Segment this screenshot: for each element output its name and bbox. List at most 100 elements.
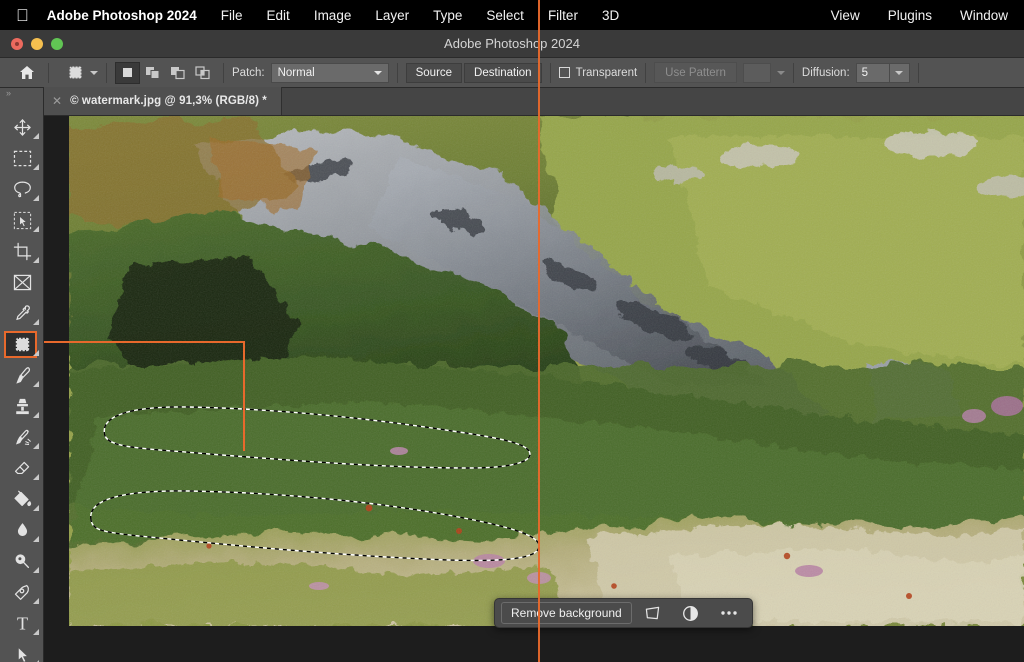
- adjustment-circle-icon[interactable]: [674, 601, 708, 625]
- menu-view[interactable]: View: [831, 8, 860, 23]
- panel-collapse-handle[interactable]: »: [0, 88, 43, 98]
- document-tab[interactable]: ✕ © watermark.jpg @ 91,3% (RGB/8) *: [44, 87, 282, 115]
- menu-3d[interactable]: 3D: [602, 8, 619, 23]
- diffusion-stepper[interactable]: [890, 63, 910, 83]
- options-divider-7: [793, 63, 794, 83]
- tool-flyout-indicator: [33, 536, 39, 542]
- apple-logo-icon[interactable]: : [16, 7, 29, 24]
- remove-background-button[interactable]: Remove background: [501, 602, 632, 624]
- sidebar-item-eraser-tool[interactable]: [0, 453, 44, 484]
- tool-flyout-indicator: [33, 226, 39, 232]
- tool-flyout-indicator: [33, 257, 39, 263]
- options-divider-3: [223, 63, 224, 83]
- options-divider: [48, 63, 49, 83]
- sidebar-item-eyedropper-tool[interactable]: [0, 298, 44, 329]
- sidebar-item-brush-tool[interactable]: [0, 360, 44, 391]
- tool-flyout-indicator: [33, 381, 39, 387]
- tools-panel: »: [0, 88, 44, 662]
- vertical-guide: [243, 341, 245, 451]
- menu-file[interactable]: File: [221, 8, 243, 23]
- tool-flyout-indicator: [33, 133, 39, 139]
- sidebar-item-blur-tool[interactable]: [0, 515, 44, 546]
- close-icon[interactable]: ✕: [52, 94, 62, 108]
- diffusion-label: Diffusion:: [802, 67, 850, 79]
- photoshop-window: Adobe Photoshop 2024: [0, 30, 1024, 662]
- add-selection-button[interactable]: [140, 62, 165, 84]
- sidebar-item-rectangular-marquee-tool[interactable]: [0, 143, 44, 174]
- document-tab-label: © watermark.jpg @ 91,3% (RGB/8) *: [70, 95, 267, 107]
- sidebar-item-clone-stamp-tool[interactable]: [0, 391, 44, 422]
- menu-window[interactable]: Window: [960, 8, 1008, 23]
- options-divider-2: [106, 63, 107, 83]
- tool-preset-picker[interactable]: [63, 62, 98, 84]
- menu-filter[interactable]: Filter: [548, 8, 578, 23]
- tool-flyout-indicator: [33, 195, 39, 201]
- horizontal-guide: [44, 341, 243, 343]
- sidebar-item-type-tool[interactable]: T: [0, 608, 44, 639]
- chevron-down-icon: [374, 71, 382, 75]
- menubar-right-group: View Plugins Window: [803, 8, 1024, 23]
- macos-menu-bar:  Adobe Photoshop 2024 File Edit Image L…: [0, 0, 1024, 30]
- menu-select[interactable]: Select: [486, 8, 524, 23]
- menu-layer[interactable]: Layer: [375, 8, 409, 23]
- destination-button[interactable]: Destination: [464, 63, 542, 83]
- use-pattern-button[interactable]: Use Pattern: [654, 62, 737, 83]
- window-title-bar: Adobe Photoshop 2024: [0, 30, 1024, 58]
- sidebar-item-frame-tool[interactable]: [0, 267, 44, 298]
- sidebar-item-history-brush-tool[interactable]: [0, 422, 44, 453]
- sidebar-item-path-selection-tool[interactable]: [0, 639, 44, 662]
- transparent-checkbox-group[interactable]: Transparent: [559, 67, 638, 79]
- sidebar-item-lasso-tool[interactable]: [0, 174, 44, 205]
- minimize-window-button[interactable]: [31, 38, 43, 50]
- menu-type[interactable]: Type: [433, 8, 462, 23]
- transparent-label: Transparent: [576, 67, 638, 79]
- chevron-down-icon[interactable]: [90, 71, 98, 75]
- subtract-selection-button[interactable]: [165, 62, 190, 84]
- menu-edit[interactable]: Edit: [267, 8, 290, 23]
- close-window-button[interactable]: [11, 38, 23, 50]
- options-divider-5: [550, 63, 551, 83]
- window-controls: [0, 38, 63, 50]
- contextual-taskbar: Remove background: [494, 598, 753, 628]
- tool-flyout-indicator: [33, 164, 39, 170]
- sidebar-item-crop-tool[interactable]: [0, 236, 44, 267]
- transparent-checkbox[interactable]: [559, 67, 570, 78]
- more-options-icon[interactable]: [712, 601, 746, 625]
- document-tab-bar: ✕ © watermark.jpg @ 91,3% (RGB/8) *: [44, 88, 1024, 116]
- new-selection-button[interactable]: [115, 62, 140, 84]
- document-image[interactable]: [69, 116, 1024, 626]
- diffusion-input[interactable]: 5: [856, 63, 890, 83]
- tool-flyout-indicator: [33, 505, 39, 511]
- menubar-app-name[interactable]: Adobe Photoshop 2024: [47, 8, 197, 23]
- sidebar-item-patch-tool[interactable]: [0, 329, 44, 360]
- svg-text:T: T: [16, 614, 27, 633]
- tool-flyout-indicator: [33, 474, 39, 480]
- sidebar-item-dodge-tool[interactable]: [0, 546, 44, 577]
- crop-cursor-guide: [538, 0, 540, 662]
- sidebar-item-move-tool[interactable]: [0, 112, 44, 143]
- menu-image[interactable]: Image: [314, 8, 352, 23]
- pattern-swatch[interactable]: [743, 63, 771, 83]
- menu-plugins[interactable]: Plugins: [888, 8, 932, 23]
- home-icon[interactable]: [14, 62, 40, 84]
- sidebar-item-object-selection-tool[interactable]: [0, 205, 44, 236]
- canvas-area[interactable]: [44, 116, 1024, 662]
- patch-mode-value: Normal: [278, 67, 315, 79]
- intersect-selection-button[interactable]: [190, 62, 215, 84]
- maximize-window-button[interactable]: [51, 38, 63, 50]
- sidebar-item-pen-tool[interactable]: [0, 577, 44, 608]
- patch-label: Patch:: [232, 67, 265, 79]
- tool-flyout-indicator: [33, 629, 39, 635]
- transform-icon[interactable]: [636, 601, 670, 625]
- window-title: Adobe Photoshop 2024: [0, 36, 1024, 51]
- tool-flyout-indicator: [33, 412, 39, 418]
- landscape-photo: [69, 116, 1024, 626]
- patch-tool-icon: [63, 62, 87, 84]
- tool-flyout-indicator: [33, 598, 39, 604]
- chevron-down-icon: [895, 71, 903, 75]
- source-button[interactable]: Source: [406, 63, 462, 83]
- chevron-down-icon[interactable]: [777, 71, 785, 75]
- sidebar-item-gradient-tool[interactable]: [0, 484, 44, 515]
- tool-flyout-indicator: [33, 350, 39, 356]
- patch-mode-select[interactable]: Normal: [271, 63, 389, 83]
